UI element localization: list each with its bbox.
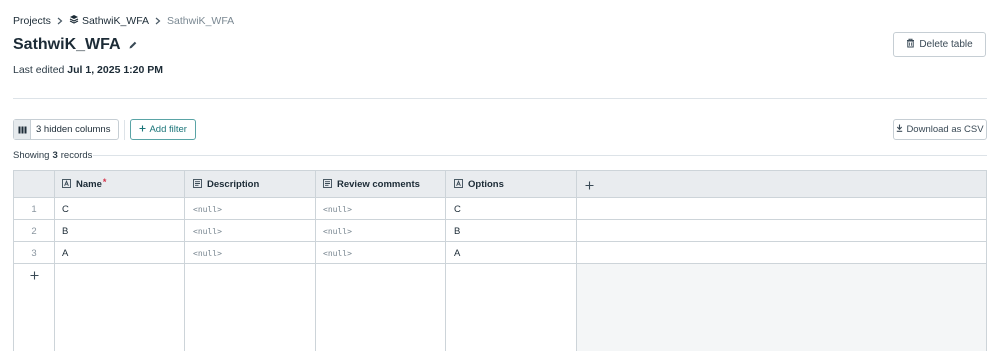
cell-options[interactable]: B (454, 220, 460, 242)
database-icon (69, 14, 79, 27)
add-filter-label: Add filter (149, 124, 187, 135)
column-header-description[interactable]: Description (193, 171, 259, 198)
column-divider (315, 171, 316, 351)
cell-name[interactable]: B (62, 220, 68, 242)
text-type-icon (62, 178, 71, 191)
trash-icon (906, 38, 915, 51)
plus-icon (585, 177, 594, 193)
hidden-columns-label: 3 hidden columns (36, 124, 111, 135)
chevron-right-icon (57, 17, 63, 25)
column-header-options[interactable]: Options (454, 171, 504, 198)
column-divider (576, 171, 577, 351)
cell-review-comments[interactable]: <null> (323, 220, 352, 242)
column-header-review-comments[interactable]: Review comments (323, 171, 420, 198)
long-text-type-icon (193, 178, 202, 191)
table-row[interactable]: 1 C <null> <null> C (14, 198, 986, 220)
cell-options[interactable]: A (454, 242, 460, 264)
cell-description[interactable]: <null> (193, 242, 222, 264)
hidden-columns-button[interactable]: 3 hidden columns (13, 119, 120, 140)
column-header-label: Options (468, 179, 504, 190)
breadcrumb-projects[interactable]: Projects (13, 15, 51, 27)
add-filter-button[interactable]: Add filter (130, 119, 196, 140)
chevron-right-icon (155, 17, 161, 25)
data-grid: Name * Description Review comments Optio… (13, 170, 987, 351)
delete-table-label: Delete table (919, 39, 973, 50)
required-marker: * (102, 176, 107, 187)
row-number: 2 (31, 225, 37, 237)
column-header-label: Review comments (337, 179, 420, 190)
empty-grid-area (576, 264, 986, 351)
breadcrumb: Projects SathwiK_WFA SathwiK_WFA (13, 14, 234, 27)
column-header-name[interactable]: Name * (62, 171, 106, 198)
last-edited: Last edited Jul 1, 2025 1:20 PM (13, 64, 163, 76)
last-edited-value: Jul 1, 2025 1:20 PM (67, 64, 164, 76)
table-row[interactable]: 2 B <null> <null> B (14, 220, 986, 242)
columns-icon (14, 120, 31, 139)
plus-icon (139, 124, 146, 135)
download-csv-label: Download as CSV (906, 124, 984, 135)
text-type-icon (454, 178, 463, 191)
toolbar-divider (124, 119, 126, 140)
breadcrumb-database-label: SathwiK_WFA (81, 14, 150, 27)
column-divider (445, 171, 446, 351)
cell-review-comments[interactable]: <null> (323, 198, 352, 220)
header-divider (13, 98, 987, 99)
cell-name[interactable]: C (62, 198, 69, 220)
add-column-button[interactable] (585, 171, 594, 198)
page-title: SathwiK_WFA (13, 36, 121, 53)
cell-description[interactable]: <null> (193, 198, 222, 220)
table-row[interactable]: 3 A <null> <null> A (14, 242, 986, 264)
download-csv-button[interactable]: Download as CSV (893, 119, 987, 140)
breadcrumb-database[interactable]: SathwiK_WFA (69, 14, 149, 27)
column-header-label: Name (76, 179, 102, 190)
download-icon (896, 124, 903, 135)
table-toolbar: 3 hidden columns Add filter (13, 119, 196, 140)
title-row: SathwiK_WFA (13, 36, 138, 54)
breadcrumb-current: SathwiK_WFA (167, 14, 235, 27)
record-count-prefix: Showing (13, 150, 50, 161)
column-header-label: Description (207, 179, 260, 190)
delete-table-button[interactable]: Delete table (893, 32, 986, 57)
row-number: 3 (31, 247, 37, 259)
record-count-value: 3 (52, 150, 58, 161)
row-number: 1 (31, 203, 37, 215)
last-edited-label: Last edited (13, 64, 65, 76)
long-text-type-icon (323, 178, 332, 191)
plus-icon (30, 267, 39, 283)
cell-options[interactable]: C (454, 198, 461, 220)
column-divider (184, 171, 185, 351)
cell-description[interactable]: <null> (193, 220, 222, 242)
add-row-button[interactable] (14, 264, 54, 286)
cell-review-comments[interactable]: <null> (323, 242, 352, 264)
record-count: Showing 3 records (13, 150, 92, 161)
column-divider (54, 171, 55, 351)
pencil-icon[interactable] (128, 40, 138, 50)
cell-name[interactable]: A (62, 242, 68, 264)
record-count-divider (93, 155, 987, 156)
record-count-suffix: records (60, 150, 93, 161)
